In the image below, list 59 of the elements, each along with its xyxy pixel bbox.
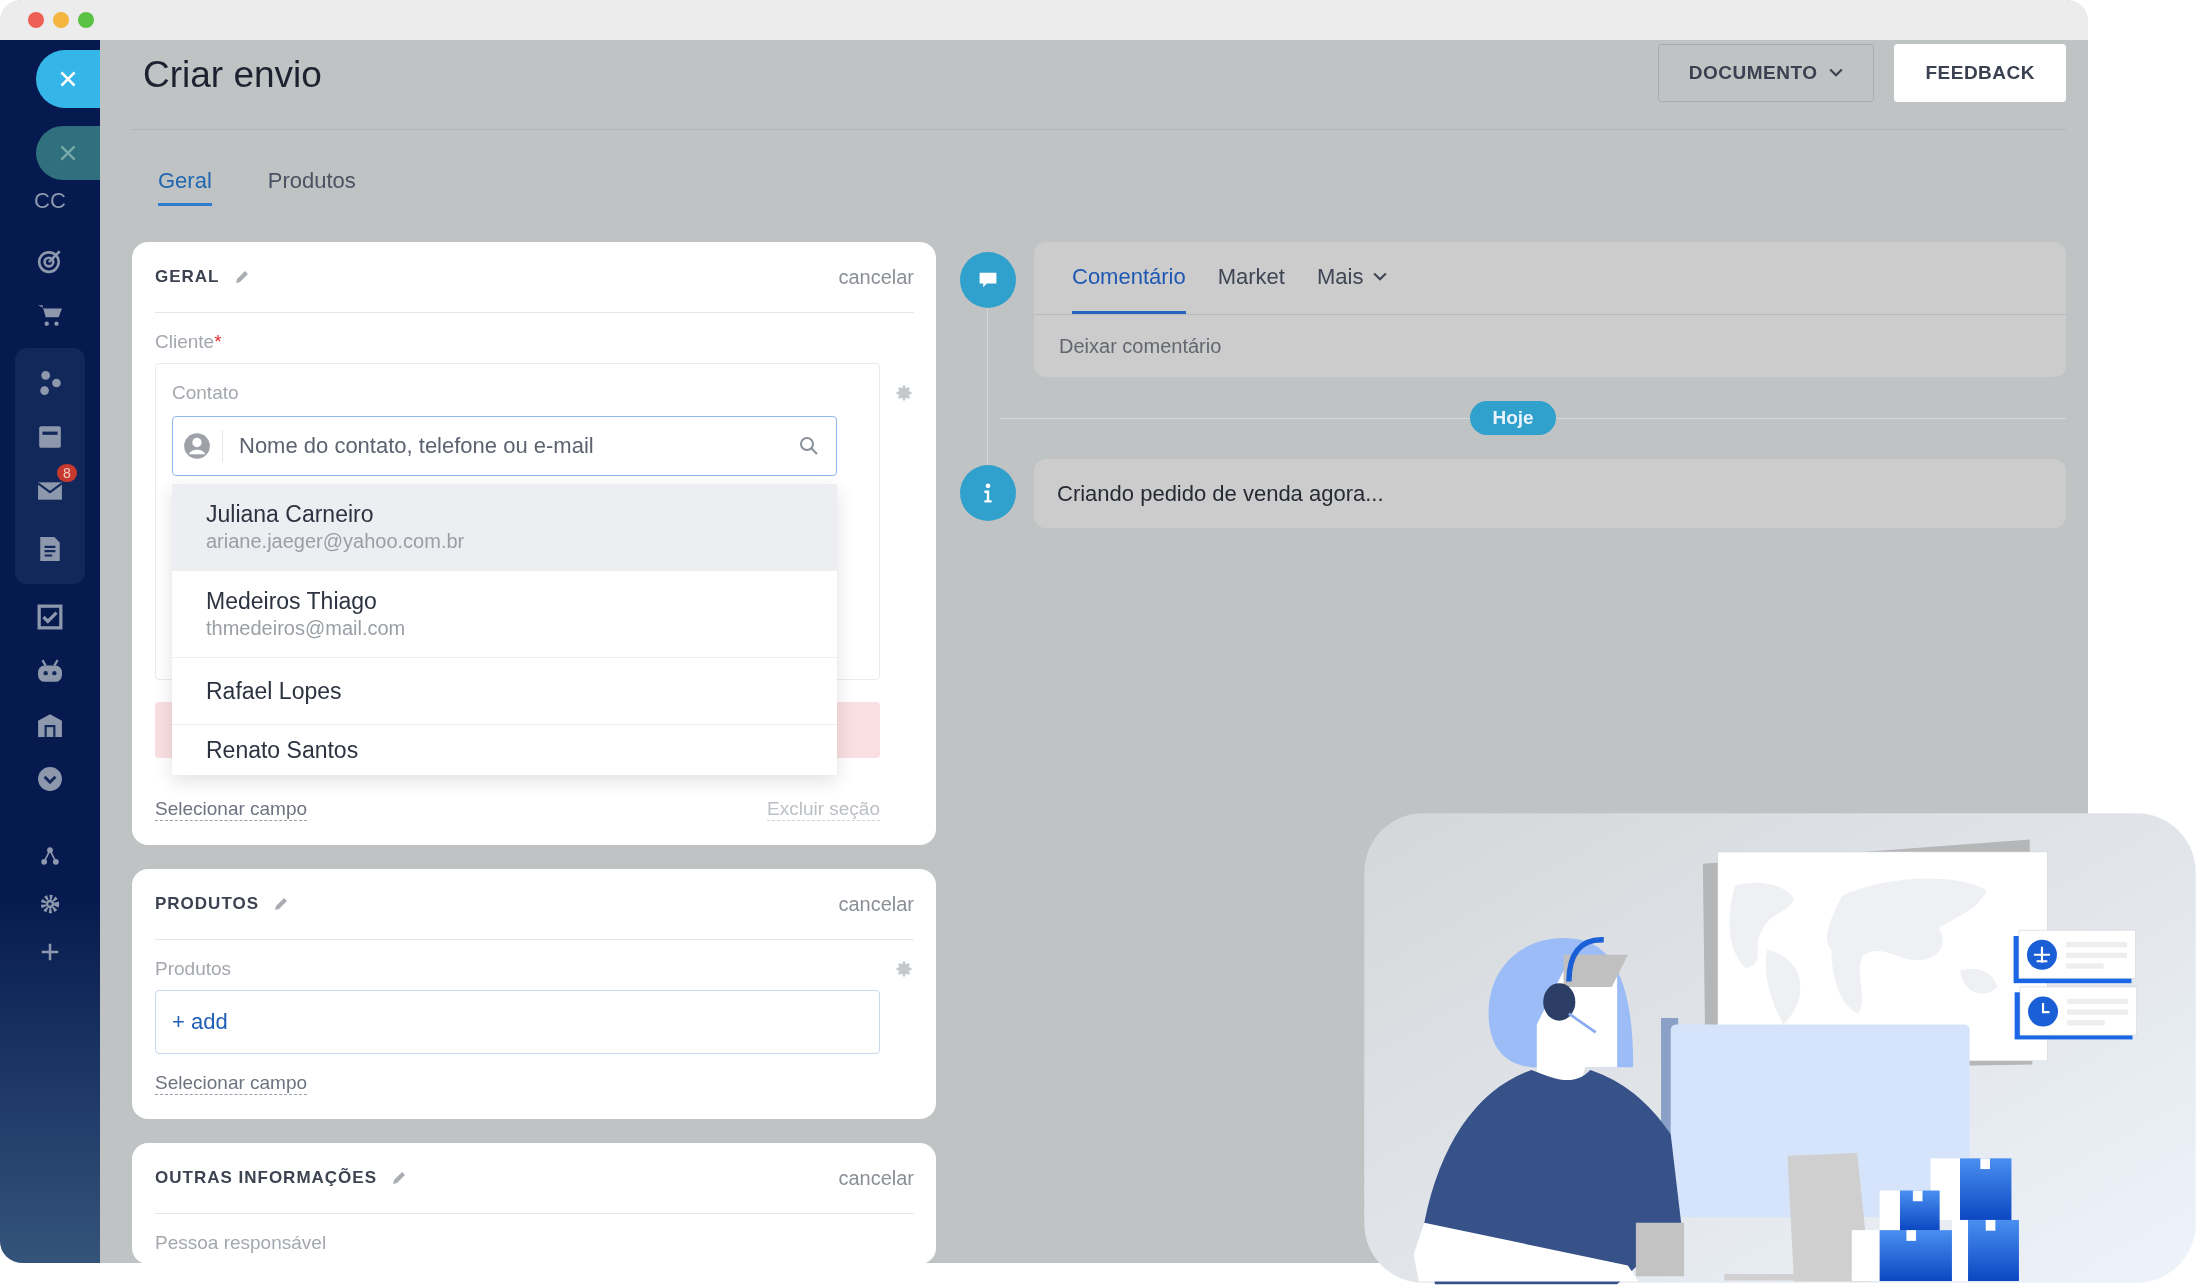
tab[interactable]: Produtos xyxy=(267,166,356,206)
comment-icon xyxy=(960,252,1016,308)
document-dropdown[interactable]: DOCUMENTO xyxy=(1657,44,1875,102)
chevron-down-icon[interactable] xyxy=(37,766,63,792)
page-title: Criar envio xyxy=(143,54,322,96)
comment-field[interactable]: Deixar comentário xyxy=(1034,315,2066,377)
robot-icon[interactable] xyxy=(37,658,63,684)
field-label: Cliente* xyxy=(155,331,223,353)
field-label: Contato xyxy=(172,382,240,404)
close-button[interactable] xyxy=(36,50,100,108)
suggestion-item[interactable]: Renato Santos xyxy=(172,725,837,775)
chevron-down-icon xyxy=(1829,68,1844,78)
tab[interactable]: Mais xyxy=(1316,242,1388,314)
sidebar-label[interactable]: CC xyxy=(34,188,66,214)
field-label: Pessoa responsável xyxy=(155,1232,328,1254)
field-label: Produtos xyxy=(155,958,232,980)
section-title: GERAL xyxy=(155,267,220,287)
search-icon xyxy=(799,436,819,456)
cart-icon[interactable] xyxy=(37,302,63,328)
feedback-button[interactable]: FEEDBACK xyxy=(1894,44,2066,102)
checkbox-icon[interactable] xyxy=(37,604,63,630)
settings-icon[interactable] xyxy=(40,894,60,914)
cancel-link[interactable]: cancelar xyxy=(838,1166,914,1190)
select-field-link[interactable]: Selecionar campo xyxy=(155,798,308,821)
add-product-button[interactable]: + add xyxy=(155,990,880,1054)
tab[interactable]: Comentário xyxy=(1072,242,1186,314)
tab[interactable]: Geral xyxy=(158,166,212,206)
suggestion-item[interactable]: Juliana Carneiro ariane.jaeger@yahoo.com.br xyxy=(172,484,837,571)
hierarchy-icon[interactable] xyxy=(40,846,60,866)
message-text: Criando pedido de venda agora... xyxy=(1034,459,2066,528)
cancel-link[interactable]: cancelar xyxy=(838,892,914,916)
close-window-icon[interactable] xyxy=(28,12,44,28)
info-icon xyxy=(960,465,1016,521)
search-field[interactable]: Nome do contato, telefone ou e-mail xyxy=(172,416,837,476)
warehouse-icon[interactable] xyxy=(37,712,63,738)
cluster-icon[interactable] xyxy=(37,370,63,396)
contact-name: Rafael Lopes xyxy=(206,677,343,705)
contact-name: Juliana Carneiro xyxy=(206,501,375,528)
select-field-link[interactable]: Selecionar campo xyxy=(155,1072,308,1095)
contact-name: Medeiros Thiago xyxy=(206,588,378,615)
chevron-down-icon xyxy=(1373,271,1388,282)
target-icon[interactable] xyxy=(37,248,63,274)
avatar-icon xyxy=(183,432,211,460)
cancel-link[interactable]: cancelar xyxy=(838,265,914,289)
date-badge: Hoje xyxy=(1470,401,1556,435)
suggestion-item[interactable]: Rafael Lopes xyxy=(172,658,837,725)
tab[interactable]: Market xyxy=(1217,242,1285,314)
close-button[interactable] xyxy=(36,126,100,180)
contact-name: Renato Santos xyxy=(206,736,360,764)
suggestion-item[interactable]: Medeiros Thiago thmedeiros@mail.com xyxy=(172,571,837,658)
notification-badge: 8 xyxy=(57,464,77,482)
required-mark: * xyxy=(214,331,222,352)
plus-icon[interactable] xyxy=(40,942,60,962)
document-icon[interactable] xyxy=(37,536,63,562)
section-title: OUTRAS INFORMAÇÕES xyxy=(155,1168,377,1188)
contact-email: ariane.jaeger@yahoo.com.br xyxy=(206,530,466,553)
contact-email: thmedeiros@mail.com xyxy=(206,617,407,640)
card-icon[interactable] xyxy=(37,424,63,450)
section-title: PRODUTOS xyxy=(155,894,260,914)
